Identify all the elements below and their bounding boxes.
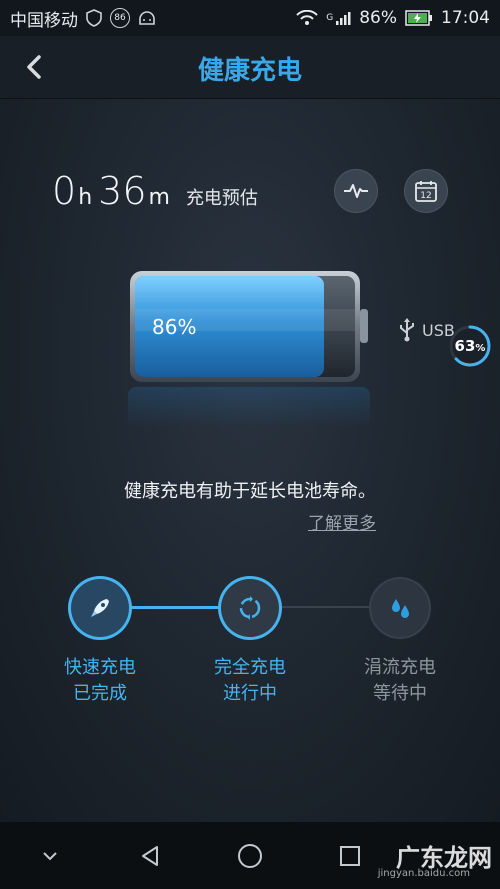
learn-more-link[interactable]: 了解更多 [308, 509, 376, 534]
shield-icon [86, 9, 102, 27]
nav-home-button[interactable] [220, 831, 280, 881]
app-bar: 健康充电 [0, 36, 500, 99]
clock: 17:04 [441, 8, 490, 28]
svg-text:12: 12 [420, 191, 431, 201]
chevron-down-icon [43, 851, 57, 860]
nav-recents-button[interactable] [320, 831, 380, 881]
cycle-icon [239, 596, 261, 620]
home-circle-icon [238, 843, 262, 868]
wifi-icon [296, 10, 318, 25]
stage-trickle-charge [371, 579, 429, 637]
notification-badge: 86 [110, 8, 130, 28]
recents-square-icon [340, 845, 360, 866]
tip-text: 健康充电有助于延长电池寿命。 [124, 481, 376, 502]
estimate-minutes: 36 [98, 169, 147, 213]
stage-label-full: 完全充电 进行中 [190, 655, 310, 707]
status-bar: 中国移动 86 G 86% 17:04 [0, 0, 500, 36]
charge-estimate: 0 h 36 m 充电预估 [52, 169, 258, 213]
rocket-icon [91, 599, 109, 617]
estimate-hours: 0 [52, 169, 77, 213]
stage-title: 完全充电 [214, 657, 286, 678]
stage-status: 进行中 [223, 683, 277, 704]
estimate-minutes-unit: m [148, 185, 170, 210]
watermark-url: jingyan.baidu.com [377, 868, 470, 879]
carrier-name: 中国移动 [10, 10, 78, 31]
estimate-label: 充电预估 [185, 188, 258, 209]
signal-type: G [326, 13, 334, 23]
battery-charging-icon [405, 10, 432, 26]
main-content: 0 h 36 m 充电预估 12 86% USB 63% 健康充电有助于延长电池… [0, 99, 500, 822]
charge-history-button[interactable]: 12 [404, 169, 448, 213]
stage-status: 已完成 [73, 683, 127, 704]
calendar-icon: 12 [415, 181, 437, 202]
stage-label-trickle: 涓流充电 等待中 [340, 655, 460, 707]
battery-percent: 86% [359, 8, 397, 28]
stage-full-charge [221, 579, 279, 637]
usb-percent-suffix: % [475, 343, 486, 354]
battery-level-label: 86% [152, 315, 197, 339]
drops-icon [392, 599, 409, 618]
pulse-icon [344, 184, 368, 198]
stage-status: 等待中 [373, 683, 427, 704]
stage-title: 涓流充电 [364, 657, 436, 678]
back-triangle-icon [142, 845, 158, 866]
usb-percent-value: 63 [454, 337, 476, 355]
usb-percent: 63% [450, 337, 490, 355]
usb-source: USB [398, 317, 455, 343]
android-icon [139, 11, 155, 25]
stage-fast-charge [71, 579, 129, 637]
nav-back-button[interactable] [120, 831, 180, 881]
charge-curve-button[interactable] [334, 169, 378, 213]
hide-nav-button[interactable] [20, 831, 80, 881]
page-title: 健康充电 [197, 56, 302, 86]
usb-icon [400, 318, 414, 342]
estimate-hours-unit: h [78, 185, 93, 210]
battery-reflection [128, 387, 370, 427]
stage-label-fast: 快速充电 已完成 [40, 655, 160, 707]
stage-title: 快速充电 [64, 657, 136, 678]
signal-icon [336, 12, 351, 25]
